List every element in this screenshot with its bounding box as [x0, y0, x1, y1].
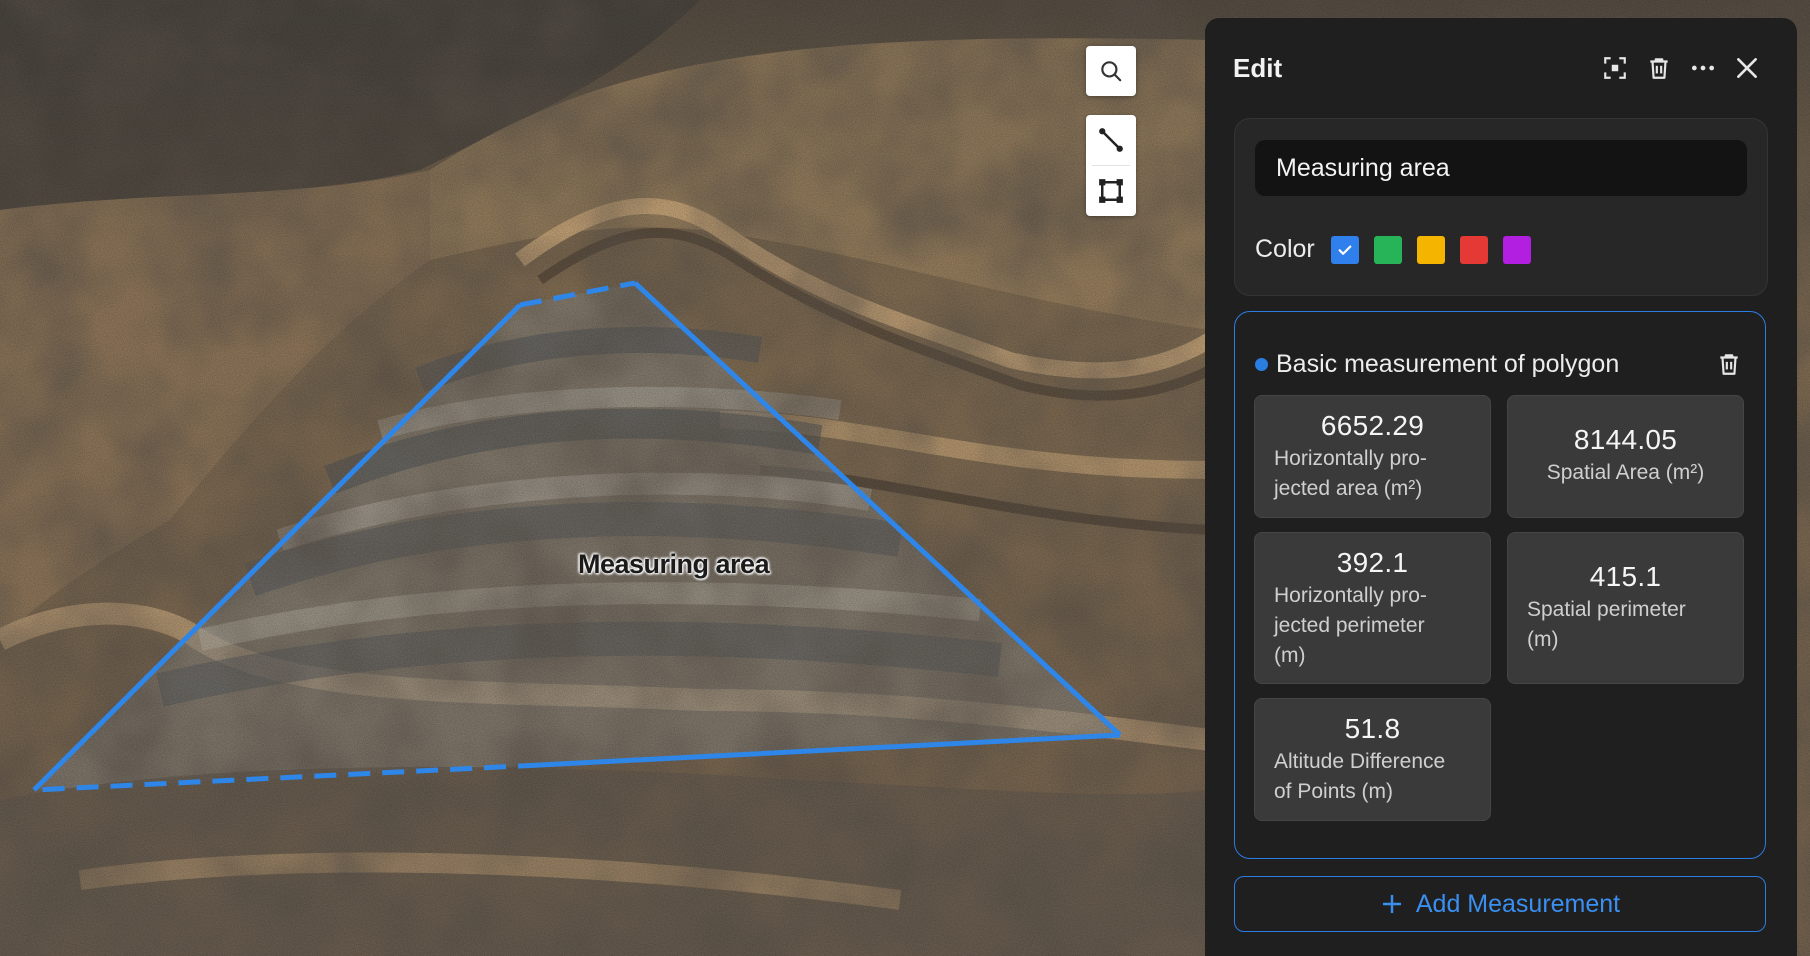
metric-value: 51.8: [1344, 713, 1401, 744]
metric-spatial-perimeter: 415.1 Spatial perimeter (m): [1507, 532, 1744, 684]
metric-altitude-difference: 51.8 Altitude Difference of Points (m): [1254, 698, 1491, 821]
metric-label-line: of Points (m): [1274, 780, 1394, 803]
line-measure-icon: [1099, 128, 1123, 152]
metric-spatial-area: 8144.05 Spatial Area (m²): [1507, 395, 1744, 518]
metric-projected-perimeter: 392.1 Horizontally pro- jected perimeter…: [1254, 532, 1491, 684]
trash-icon: [1650, 58, 1668, 79]
color-label: Color: [1255, 235, 1315, 263]
measurement-title: Basic measurement of polygon: [1276, 349, 1620, 378]
measurement-header: Basic measurement of polygon: [1255, 348, 1749, 380]
add-measurement-button[interactable]: Add Measurement: [1234, 876, 1766, 932]
metric-value: 6652.29: [1320, 410, 1425, 441]
metric-label-line: Spatial Area (m²): [1546, 461, 1705, 484]
close-button[interactable]: [1725, 48, 1769, 88]
metric-label-line: jected perimeter: [1274, 614, 1425, 637]
close-icon: [1737, 58, 1757, 78]
line-measure-button[interactable]: [1086, 115, 1136, 165]
focus-button[interactable]: [1593, 48, 1637, 88]
metric-label-line: Horizontally pro-: [1274, 584, 1427, 607]
status-dot: [1255, 357, 1268, 371]
metric-label: Spatial perimeter (m): [1508, 593, 1743, 655]
panel-header: Edit: [1233, 48, 1769, 88]
color-swatch-yellow[interactable]: [1416, 235, 1445, 264]
color-swatch-green[interactable]: [1373, 235, 1402, 264]
metric-label-line: Altitude Difference: [1274, 750, 1446, 773]
add-measurement-label: Add Measurement: [1415, 889, 1621, 918]
color-picker: Color: [1255, 235, 1546, 264]
measure-tool-group: [1086, 115, 1136, 216]
metric-label-line: Horizontally pro-: [1274, 447, 1427, 470]
delete-button[interactable]: [1637, 48, 1681, 88]
color-swatch-purple[interactable]: [1502, 235, 1531, 264]
measurement-card: Basic measurement of polygon 6652.29 Hor…: [1234, 311, 1766, 859]
metric-label: Altitude Difference of Points (m): [1255, 745, 1490, 807]
color-swatch-blue[interactable]: [1330, 235, 1359, 264]
metric-projected-area: 6652.29 Horizontally pro- jected area (m…: [1254, 395, 1491, 518]
search-icon: [1101, 61, 1122, 82]
edit-panel: Edit Measuring area Color Basic measurem…: [1205, 18, 1797, 956]
metric-label: Horizontally pro- jected area (m²): [1255, 442, 1490, 504]
plus-icon: [1380, 892, 1404, 916]
map-search-button[interactable]: [1086, 46, 1136, 96]
trash-icon: [1720, 354, 1738, 375]
metric-label-line: jected area (m²): [1274, 477, 1423, 500]
metric-label: Horizontally pro- jected perimeter (m): [1255, 579, 1490, 671]
color-swatch-red[interactable]: [1459, 235, 1488, 264]
metric-label-line: (m): [1274, 644, 1306, 667]
delete-measurement-button[interactable]: [1709, 346, 1749, 382]
checkmark-icon: [1338, 245, 1352, 255]
metric-label: Spatial Area (m²): [1508, 456, 1743, 488]
metric-value: 8144.05: [1573, 424, 1678, 455]
metric-label-line: (m): [1527, 628, 1559, 651]
metric-value: 392.1: [1336, 547, 1409, 578]
area-measure-button[interactable]: [1086, 166, 1136, 216]
measurement-name-input[interactable]: [1255, 140, 1747, 196]
more-button[interactable]: [1681, 48, 1725, 88]
focus-icon: [1604, 57, 1626, 79]
polygon-label: Measuring area: [578, 549, 770, 579]
metric-value: 415.1: [1589, 561, 1662, 592]
metric-label-line: Spatial perimeter: [1527, 598, 1686, 621]
panel-title: Edit: [1233, 52, 1283, 83]
name-color-card: Color: [1234, 118, 1768, 296]
more-icon: [1691, 65, 1715, 71]
area-measure-icon: [1099, 179, 1123, 203]
